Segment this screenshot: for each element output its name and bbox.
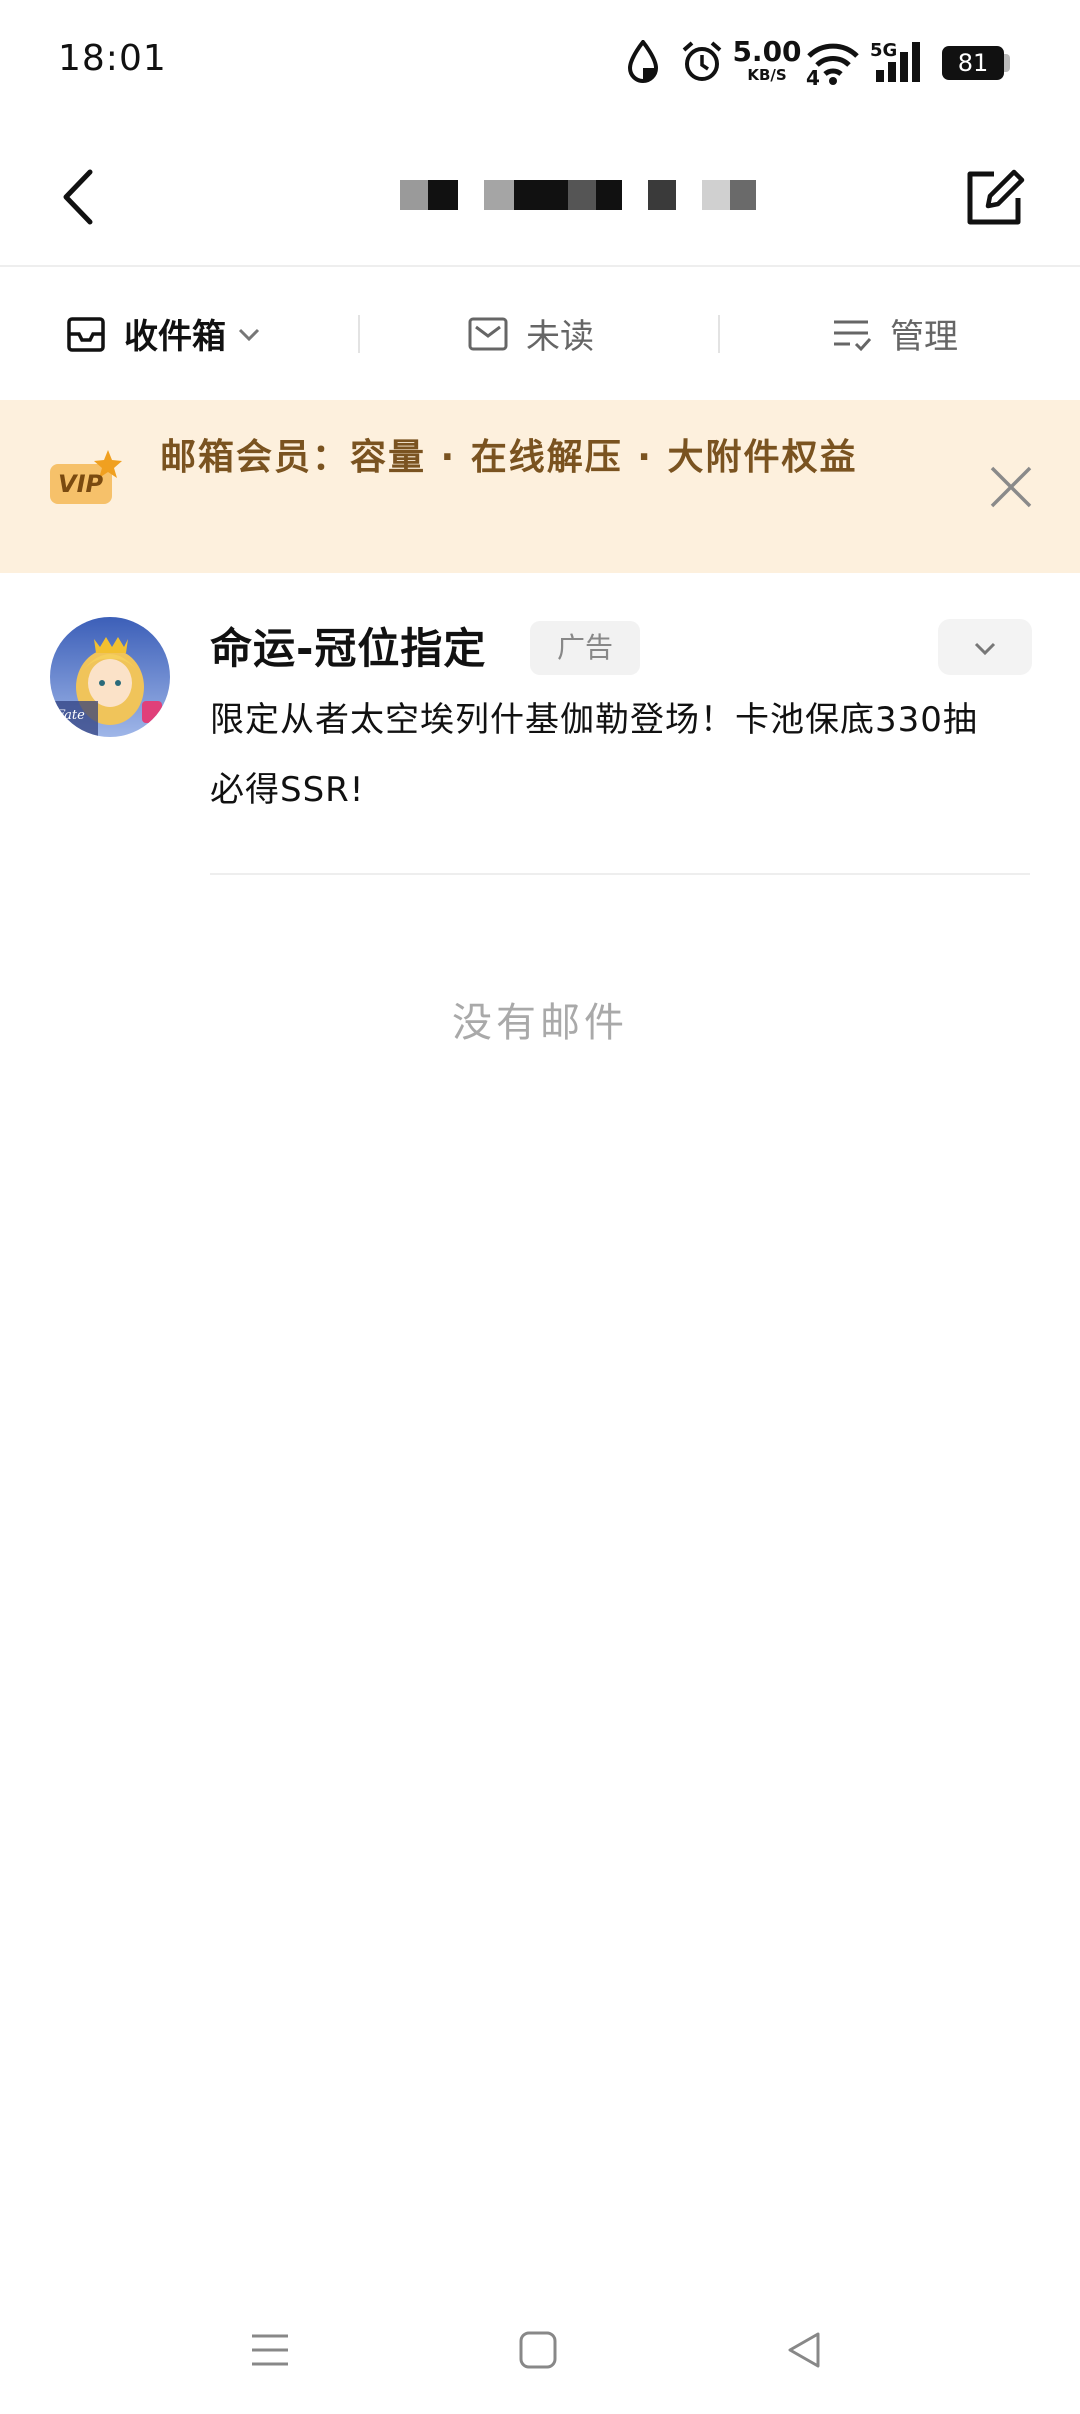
vip-badge: VIP: [50, 450, 122, 506]
close-icon[interactable]: [986, 462, 1036, 512]
back-triangle-icon[interactable]: [782, 2328, 826, 2372]
fate-game-avatar-image: Fate: [50, 617, 170, 737]
vip-banner-text: 邮箱会员：容量 · 在线解压 · 大附件权益: [160, 437, 858, 478]
network-speed-value: 5.00: [732, 35, 802, 68]
unread-label: 未读: [526, 317, 594, 357]
mail-snippet: 限定从者太空埃列什基伽勒登场！卡池保底330抽必得SSR!: [210, 700, 978, 810]
recent-apps-icon[interactable]: [248, 2328, 292, 2372]
manage-list-icon: [834, 320, 872, 351]
sender-avatar: Fate: [50, 617, 170, 737]
inbox-folder-selector[interactable]: 收件箱: [66, 267, 262, 400]
title-bar: [0, 120, 1080, 267]
filter-bar: 收件箱 未读 管理: [0, 267, 1080, 400]
status-time: 18:01: [58, 38, 167, 79]
ad-badge: 广告: [530, 621, 640, 675]
empty-state-text: 没有邮件: [452, 1000, 628, 1046]
signal-bars-icon: [876, 42, 920, 82]
network-speed-unit: KB/S: [747, 66, 787, 84]
battery-indicator: 81: [942, 46, 1004, 80]
list-divider: [210, 873, 1030, 875]
manage-button[interactable]: 管理: [832, 267, 958, 400]
wifi-sub-label: 4: [806, 66, 820, 90]
inbox-tray-icon: [67, 316, 105, 352]
water-drop-icon: [627, 40, 659, 83]
battery-tip: [1004, 54, 1010, 72]
chevron-down-icon: [974, 642, 996, 656]
unread-filter-button[interactable]: 未读: [468, 267, 594, 400]
inbox-label: 收件箱: [124, 317, 226, 357]
sender-name: 命运-冠位指定: [210, 624, 487, 673]
chevron-down-icon: [238, 328, 260, 341]
status-bar: 18:01 5.00 KB/S 4 5G 81: [0, 0, 1080, 120]
manage-label: 管理: [890, 317, 958, 357]
chevron-left-icon[interactable]: [48, 162, 118, 232]
compose-edit-icon[interactable]: [960, 162, 1030, 232]
vip-promo-banner[interactable]: VIP 邮箱会员：容量 · 在线解压 · 大附件权益: [0, 400, 1080, 573]
home-square-icon[interactable]: [516, 2328, 560, 2372]
system-nav-bar: [0, 2300, 1080, 2414]
envelope-icon: [468, 317, 508, 350]
ad-mail-item[interactable]: Fate 命运-冠位指定 广告 限定从者太空埃列什基伽勒登场！卡池保底330抽必…: [0, 575, 1080, 875]
filter-separator: [358, 315, 360, 353]
ad-options-dropdown[interactable]: [938, 619, 1032, 675]
network-speed: 5.00 KB/S: [732, 38, 802, 83]
vip-badge-label: VIP: [58, 470, 104, 498]
filter-separator: [718, 315, 720, 353]
alarm-clock-icon: [682, 41, 722, 81]
svg-text:Fate: Fate: [55, 708, 85, 723]
